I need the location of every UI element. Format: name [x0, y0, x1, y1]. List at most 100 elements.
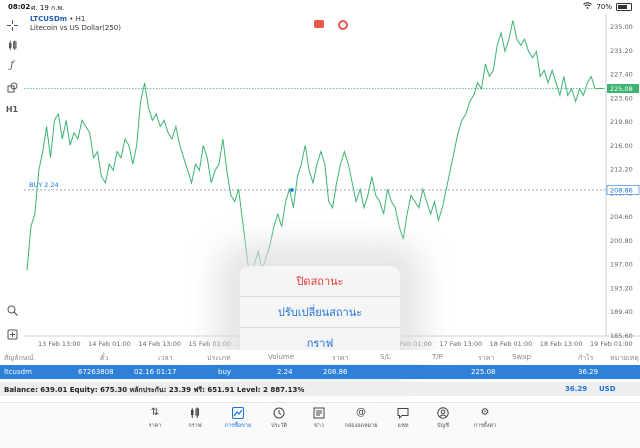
col-type: ประเภท	[207, 354, 231, 362]
balance-bar: Balance: 639.01 Equity: 675.30 หลักประกั…	[0, 382, 640, 396]
tab-news[interactable]: ข่าว	[299, 407, 339, 430]
tab-label: บัญชี	[437, 423, 449, 429]
y-tick-label: 227.40	[610, 71, 633, 79]
tab-label: การตั้งค่า	[473, 423, 497, 429]
tab-label: กล่องจดหมาย	[344, 423, 378, 429]
account-icon	[437, 407, 449, 419]
table-row[interactable]: ltcusdm 67263808 02.16 01:17 buy 2.24 20…	[0, 365, 640, 379]
trade-table-header: สัญลักษณ์ ตั๋ว เวลา ประเภท Volume ราคา S…	[0, 350, 640, 364]
timeframe-button[interactable]: H1	[5, 102, 19, 116]
chart-tool-rail: ƒ H1	[0, 14, 24, 350]
close-position-option[interactable]: ปิดสถานะ	[240, 266, 400, 297]
col-profit: กำไร	[578, 354, 594, 362]
col-current-price: ราคา	[478, 354, 495, 362]
y-tick-label: 212.20	[610, 166, 633, 174]
tab-label: การซื้อขาย	[224, 423, 252, 429]
indicators-icon[interactable]: ƒ	[5, 58, 19, 72]
x-tick-label: 14 Feb 13:00	[138, 340, 181, 348]
x-tick-label: 18 Feb 01:00	[490, 340, 533, 348]
y-tick-label: 200.80	[610, 237, 633, 245]
trade-signal-icon[interactable]	[338, 20, 348, 30]
tab-history[interactable]: ประวัติ	[259, 407, 299, 430]
crosshair-icon[interactable]	[5, 18, 19, 32]
add-chart-icon[interactable]	[5, 327, 19, 341]
y-tick-label: 216.00	[610, 142, 633, 150]
chat-icon	[397, 407, 409, 420]
candles-tool-icon[interactable]	[5, 38, 19, 52]
y-tick-label: 219.80	[610, 118, 633, 126]
price-series-line	[26, 20, 604, 284]
settings-icon: ⚙	[480, 407, 490, 418]
y-tick-label: 231.20	[610, 47, 633, 55]
x-tick-label: 15 Feb 01:00	[189, 340, 232, 348]
total-profit: 36.29	[565, 385, 588, 393]
mail-icon: @	[356, 407, 366, 418]
row-type: buy	[218, 368, 232, 376]
status-bar: 08:02 ศ. 19 ก.พ. 70%	[0, 0, 640, 14]
battery-percent: 70%	[596, 2, 612, 11]
objects-icon[interactable]	[5, 80, 19, 94]
x-tick-label: 14 Feb 01:00	[88, 340, 131, 348]
symbol-timeframe: H1	[75, 15, 86, 23]
tab-label: ประวัติ	[270, 423, 288, 429]
row-ticket: 67263808	[78, 368, 114, 376]
y-tick-label: 235.00	[610, 23, 633, 31]
balance-text: Balance: 639.01 Equity: 675.30 หลักประกั…	[4, 386, 305, 394]
y-tick-label: 185.60	[610, 332, 633, 340]
candles-icon	[189, 407, 201, 419]
one-click-trade-icon[interactable]	[314, 20, 324, 28]
currency-label: USD	[599, 385, 616, 393]
battery-icon	[616, 2, 632, 11]
col-swap: Swap	[512, 353, 531, 361]
y-tick-label: 193.20	[610, 284, 633, 292]
col-symbol: สัญลักษณ์	[4, 354, 34, 362]
col-tp: T/P	[432, 353, 443, 361]
col-ticket: ตั๋ว	[100, 354, 109, 362]
trade-context-menu: ปิดสถานะ ปรับเปลี่ยนสถานะ กราฟ	[240, 266, 400, 356]
tab-label: แชท	[397, 423, 409, 429]
y-tick-label: 204.60	[610, 213, 633, 221]
history-icon	[273, 407, 285, 419]
y-tick-label: 189.40	[610, 308, 633, 316]
arrows-icon: ⇅	[150, 407, 160, 418]
col-comment: หมายเหตุ	[610, 354, 639, 362]
symbol-description: Litecoin vs US Dollar(250)	[30, 24, 121, 32]
buy-level-label: BUY 2.24	[29, 181, 59, 189]
symbol-name: LTCUSDm	[30, 15, 68, 23]
tab-label: ราคา	[148, 423, 162, 429]
tab-mailbox[interactable]: @ กล่องจดหมาย	[341, 407, 381, 430]
tab-label: กราฟ	[188, 423, 202, 429]
x-tick-label: 13 Feb 13:00	[38, 340, 81, 348]
col-price: ราคา	[332, 354, 349, 362]
x-tick-label: 19 Feb 01:00	[590, 340, 633, 348]
x-tick-label: 18 Feb 13:00	[540, 340, 583, 348]
zoom-icon[interactable]	[5, 303, 19, 317]
tab-account[interactable]: บัญชี	[423, 407, 463, 430]
x-tick-label: 17 Feb 13:00	[439, 340, 482, 348]
status-date: ศ. 19 ก.พ.	[31, 4, 65, 12]
modify-position-option[interactable]: ปรับเปลี่ยนสถานะ	[240, 297, 400, 328]
tab-trade[interactable]: การซื้อขาย	[218, 407, 258, 430]
status-time: 08:02	[8, 3, 31, 11]
row-current-price: 225.08	[471, 368, 496, 376]
row-volume: 2.24	[277, 368, 293, 376]
col-time: เวลา	[158, 354, 173, 362]
tab-label: ข่าว	[314, 423, 324, 429]
bottom-tab-bar: ⇅ ราคา กราฟ การซื้อขาย ประวัติ ข่าว @ กล…	[0, 402, 640, 448]
news-icon	[313, 407, 325, 419]
wifi-icon	[583, 2, 593, 11]
row-symbol: ltcusdm	[4, 368, 32, 376]
symbol-info: LTCUSDm • H1 Litecoin vs US Dollar(250)	[30, 15, 121, 32]
current-price-tag-text: 225.08	[610, 85, 633, 93]
buy-price-tag-text: 208.86	[610, 186, 633, 194]
tab-chat[interactable]: แชท	[383, 407, 423, 430]
col-volume: Volume	[268, 353, 295, 361]
row-time: 02.16 01:17	[134, 368, 177, 376]
y-tick-label: 223.60	[610, 94, 633, 102]
y-tick-label: 197.00	[610, 261, 633, 269]
tab-settings[interactable]: ⚙ การตั้งค่า	[465, 407, 505, 430]
tab-quotes[interactable]: ⇅ ราคา	[135, 407, 175, 430]
row-open-price: 208.86	[323, 368, 348, 376]
tab-chart[interactable]: กราฟ	[175, 407, 215, 430]
entry-point-marker	[290, 188, 294, 192]
